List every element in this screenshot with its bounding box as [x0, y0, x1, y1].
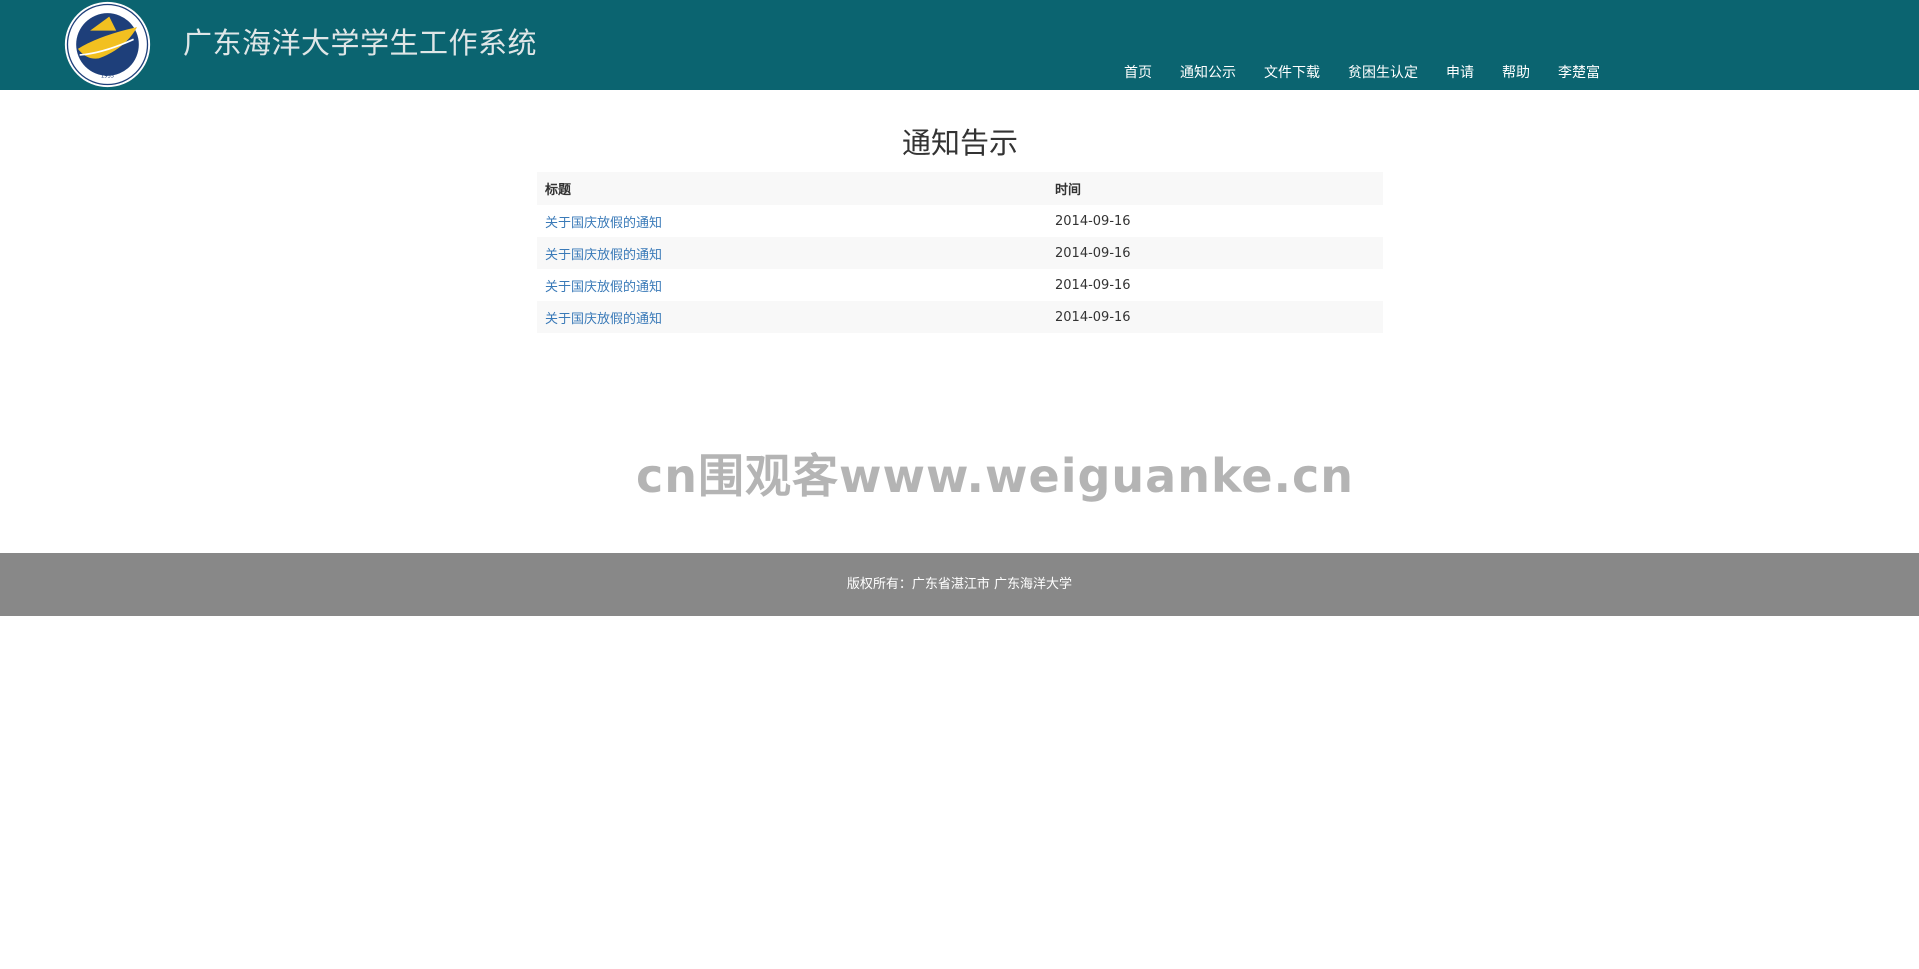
notice-title-cell: 关于国庆放假的通知 — [537, 269, 1047, 301]
nav-help[interactable]: 帮助 — [1488, 62, 1544, 84]
nav-home[interactable]: 首页 — [1110, 62, 1166, 84]
main-nav: 首页 通知公示 文件下载 贫困生认定 申请 帮助 李楚富 — [1110, 62, 1614, 84]
notice-link[interactable]: 关于国庆放假的通知 — [545, 280, 662, 295]
notice-time-cell: 2014-09-16 — [1047, 237, 1383, 269]
nav-apply[interactable]: 申请 — [1432, 62, 1488, 84]
nav-poverty-certification[interactable]: 贫困生认定 — [1334, 62, 1432, 84]
nav-notices[interactable]: 通知公示 — [1166, 62, 1250, 84]
page-title: 通知告示 — [901, 126, 1018, 160]
nav-downloads[interactable]: 文件下载 — [1250, 62, 1334, 84]
notice-title-cell: 关于国庆放假的通知 — [537, 205, 1047, 237]
table-header-row: 标题 时间 — [537, 172, 1383, 205]
table-row: 关于国庆放假的通知 2014-09-16 — [537, 301, 1383, 333]
main-content: 通知告示 标题 时间 关于国庆放假的通知 2014-09-16 关于国庆放假的通… — [537, 120, 1383, 333]
notice-time-cell: 2014-09-16 — [1047, 301, 1383, 333]
notice-link[interactable]: 关于国庆放假的通知 — [545, 248, 662, 263]
svg-text:1935: 1935 — [101, 74, 114, 80]
watermark: cn围观客www.weiguanke.cn — [636, 449, 1355, 503]
notice-link[interactable]: 关于国庆放假的通知 — [545, 216, 662, 231]
notice-title-cell: 关于国庆放假的通知 — [537, 301, 1047, 333]
table-row: 关于国庆放假的通知 2014-09-16 — [537, 205, 1383, 237]
header: 1935 广东海洋大学学生工作系统 首页 通知公示 文件下载 贫困生认定 申请 … — [0, 0, 1919, 90]
notice-link[interactable]: 关于国庆放假的通知 — [545, 312, 662, 327]
footer: 版权所有：广东省湛江市 广东海洋大学 — [0, 553, 1919, 616]
footer-copyright: 版权所有：广东省湛江市 广东海洋大学 — [846, 577, 1073, 592]
table-row: 关于国庆放假的通知 2014-09-16 — [537, 269, 1383, 301]
site-title: 广东海洋大学学生工作系统 — [183, 26, 538, 60]
nav-user-name[interactable]: 李楚富 — [1544, 62, 1614, 84]
notice-time-cell: 2014-09-16 — [1055, 213, 1131, 229]
column-header-title: 标题 — [537, 172, 1047, 205]
notice-table: 标题 时间 关于国庆放假的通知 2014-09-16 关于国庆放假的通知 201… — [537, 172, 1383, 333]
notice-time-cell: 2014-09-16 — [1055, 277, 1131, 293]
notice-title-cell: 关于国庆放假的通知 — [537, 237, 1047, 269]
column-header-time: 时间 — [1047, 172, 1383, 205]
table-row: 关于国庆放假的通知 2014-09-16 — [537, 237, 1383, 269]
university-seal-icon[interactable]: 1935 — [64, 1, 151, 88]
